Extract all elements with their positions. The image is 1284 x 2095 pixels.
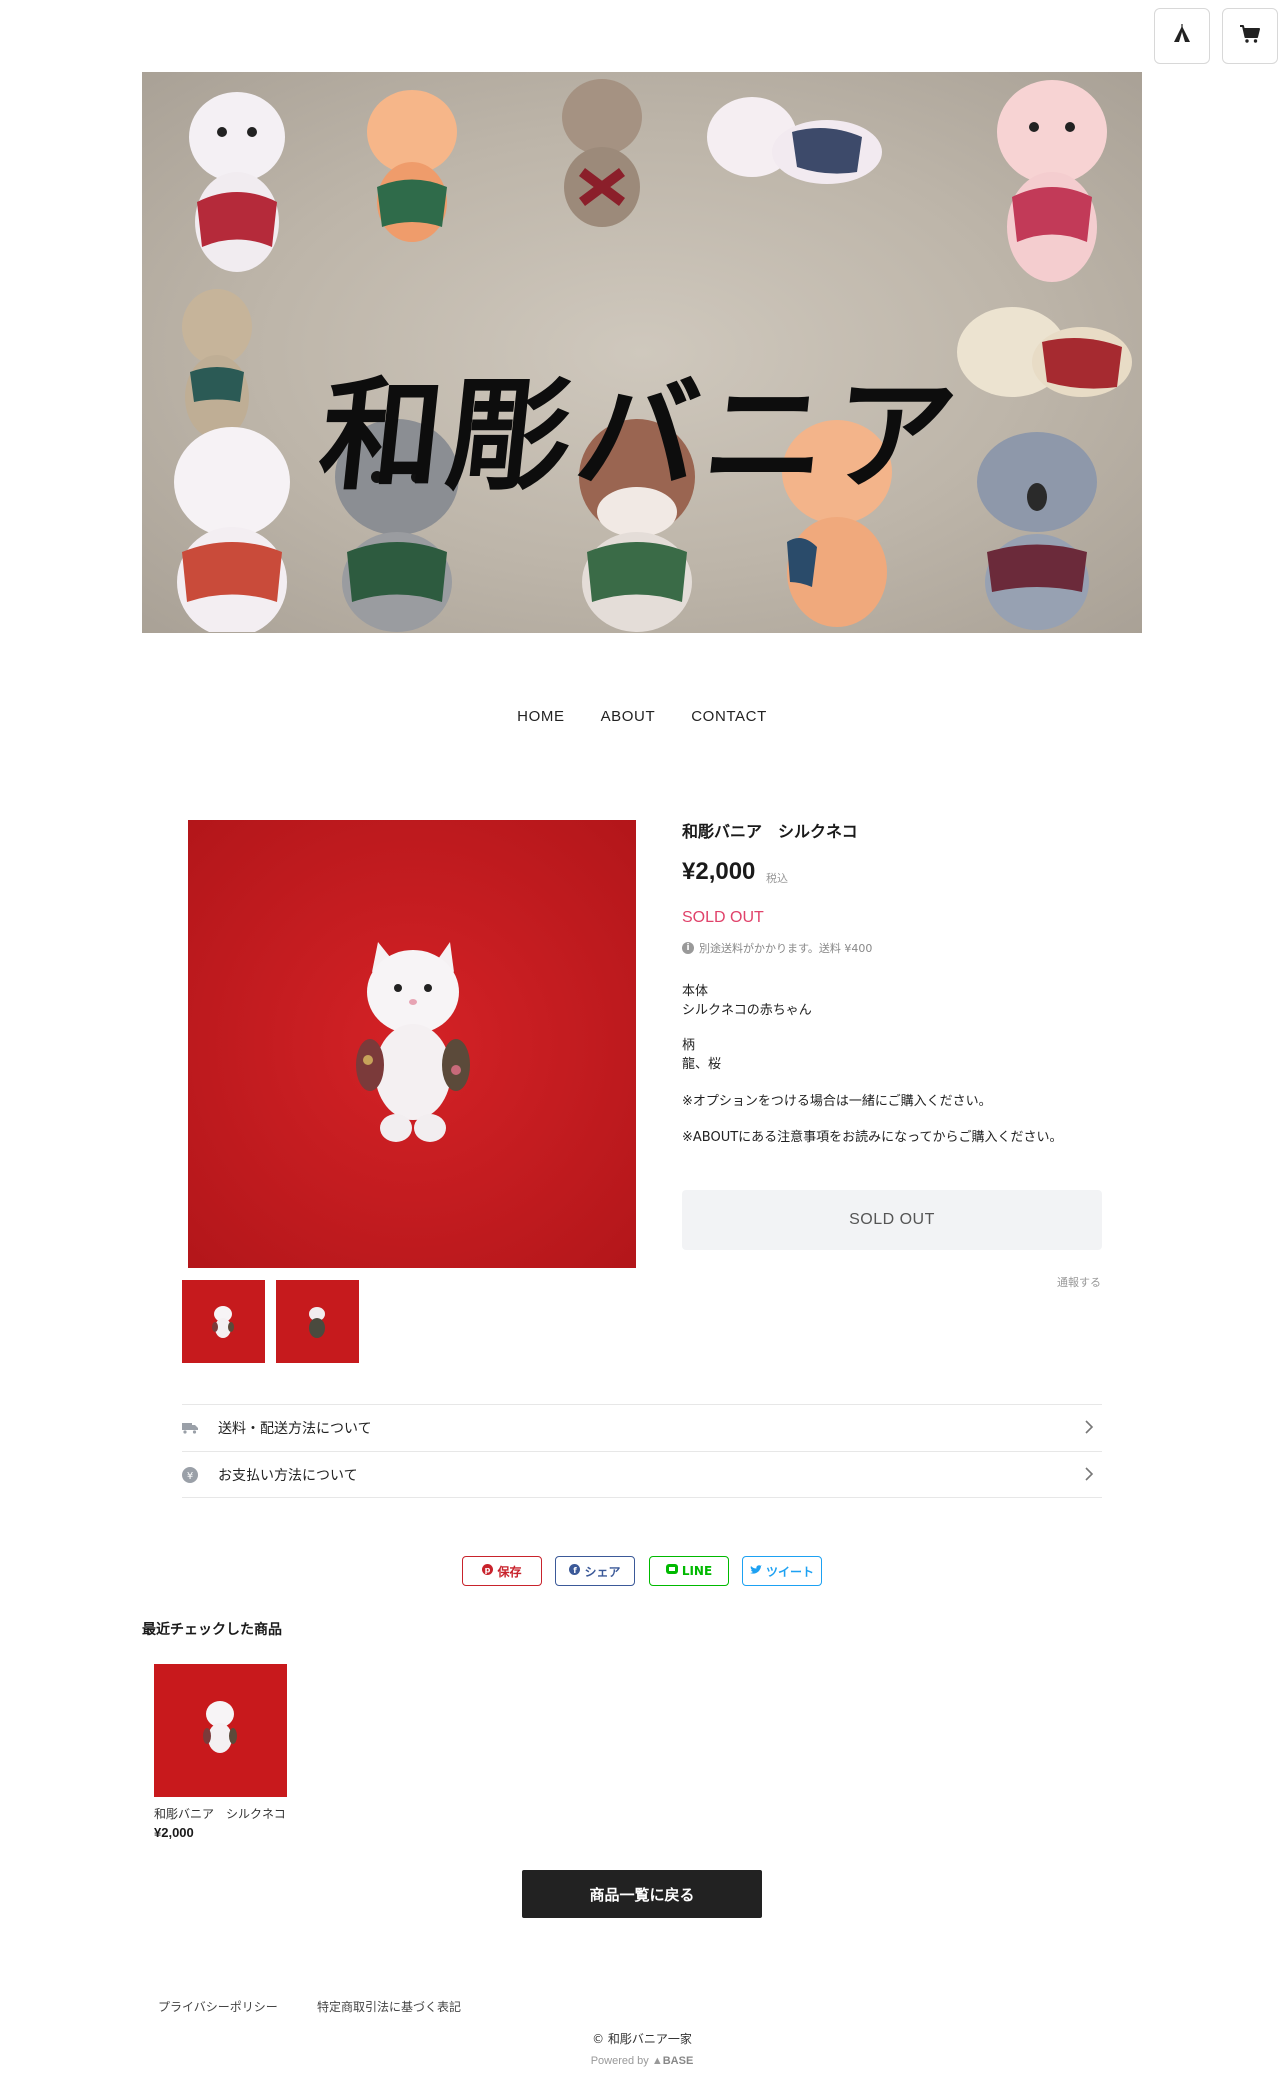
recent-item-name[interactable]: 和彫バニア シルクネコ: [154, 1805, 287, 1822]
product-price: ¥2,000: [682, 858, 756, 885]
pattern-value: 龍、桜: [682, 1057, 722, 1072]
hero-banner: 和彫バニア: [142, 72, 1142, 633]
doll-illustration: [189, 92, 285, 272]
line-icon: [665, 1564, 678, 1578]
tax-label: 税込: [766, 872, 788, 885]
hero-title: 和彫バニア: [313, 363, 969, 507]
twitter-share-button[interactable]: ツイート: [742, 1556, 822, 1586]
recent-item-image[interactable]: [154, 1664, 287, 1797]
chevron-right-icon: [1084, 1419, 1094, 1439]
report-link[interactable]: 通報する: [1057, 1274, 1101, 1290]
svg-text:f: f: [574, 1566, 578, 1575]
description-body: 本体 シルクネコの赤ちゃん: [682, 982, 1102, 1020]
body-value: シルクネコの赤ちゃん: [682, 1003, 812, 1018]
cat-figure-image: [188, 820, 636, 1268]
sold-out-button[interactable]: SOLD OUT: [682, 1190, 1102, 1250]
twitter-icon: [749, 1564, 762, 1578]
nav-home[interactable]: HOME: [517, 708, 564, 725]
body-label: 本体: [682, 984, 709, 999]
yen-icon: ¥: [182, 1466, 198, 1483]
facebook-label: シェア: [584, 1564, 621, 1579]
description-note-2: ※ABOUTにある注意事項をお読みになってからご購入ください。: [682, 1130, 1063, 1145]
pattern-label: 柄: [682, 1038, 696, 1053]
doll-illustration: [562, 79, 642, 227]
back-to-list-button[interactable]: 商品一覧に戻る: [522, 1870, 762, 1918]
powered-brand: BASE: [662, 2055, 694, 2067]
cat-figure-back-thumb: [309, 1307, 325, 1338]
description-note-1: ※オプションをつける場合は一緒にご購入ください。: [682, 1094, 992, 1109]
payment-info-row[interactable]: ¥ お支払い方法について: [182, 1451, 1102, 1498]
product-thumbnail-2[interactable]: [276, 1280, 359, 1363]
doll-illustration: [367, 90, 457, 242]
pinterest-save-button[interactable]: p 保存: [462, 1556, 542, 1586]
svg-text:¥: ¥: [187, 1471, 193, 1482]
pinterest-label: 保存: [497, 1564, 522, 1579]
cat-figure-recent: [203, 1701, 237, 1753]
facebook-icon: f: [569, 1564, 581, 1578]
sold-out-status: SOLD OUT: [682, 909, 764, 926]
description-pattern: 柄 龍、桜: [682, 1036, 1102, 1074]
payment-info-label: お支払い方法について: [218, 1467, 358, 1484]
info-icon: i: [682, 942, 694, 954]
shipping-note-text: 別途送料がかかります。送料 ¥400: [699, 942, 873, 955]
shipping-info-label: 送料・配送方法について: [218, 1421, 372, 1437]
pinterest-icon: p: [482, 1564, 494, 1578]
nav-contact[interactable]: CONTACT: [691, 708, 767, 725]
recent-item-price: ¥2,000: [154, 1825, 194, 1840]
header-actions: [1154, 8, 1278, 64]
doll-illustration: [997, 80, 1107, 282]
cat-figure-thumb: [212, 1306, 234, 1338]
shipping-note: i 別途送料がかかります。送料 ¥400: [682, 940, 872, 956]
product-title: 和彫バニア シルクネコ: [682, 822, 858, 841]
base-logo-icon: ▲: [651, 2055, 663, 2067]
svg-text:p: p: [485, 1566, 491, 1575]
cart-button[interactable]: [1222, 8, 1278, 64]
privacy-policy-link[interactable]: プライバシーポリシー: [158, 1998, 278, 2015]
doll-illustration: [707, 97, 882, 184]
main-nav: HOME ABOUT CONTACT: [0, 708, 1284, 725]
shop-home-button[interactable]: [1154, 8, 1210, 64]
shipping-info-row[interactable]: 送料・配送方法について: [182, 1404, 1102, 1451]
powered-by[interactable]: Powered by ▲BASE: [0, 2055, 1284, 2067]
shop-tent-icon: [1172, 24, 1192, 48]
powered-prefix: Powered by: [590, 2055, 649, 2067]
copyright: © 和彫バニア一家: [592, 2032, 692, 2046]
line-label: LINE: [681, 1564, 713, 1578]
product-thumbnail-1[interactable]: [182, 1280, 265, 1363]
nav-about[interactable]: ABOUT: [601, 708, 656, 725]
product-main-image[interactable]: [188, 820, 636, 1268]
twitter-label: ツイート: [765, 1564, 814, 1579]
truck-icon: [182, 1420, 198, 1436]
cart-icon: [1239, 24, 1261, 48]
commerce-law-link[interactable]: 特定商取引法に基づく表記: [317, 1998, 461, 2015]
line-share-button[interactable]: LINE: [649, 1556, 729, 1586]
chevron-right-icon: [1084, 1466, 1094, 1486]
recent-title: 最近チェックした商品: [142, 1622, 282, 1638]
facebook-share-button[interactable]: f シェア: [555, 1556, 635, 1586]
